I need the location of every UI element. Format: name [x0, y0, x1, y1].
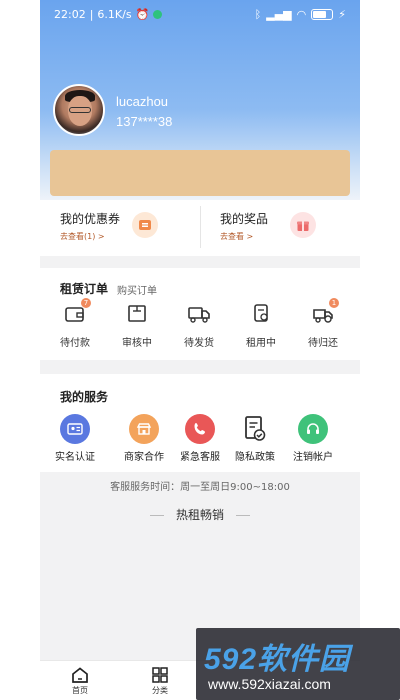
- home-icon: [72, 667, 88, 683]
- policy-document-icon: [240, 414, 270, 444]
- app-root: 22:02 | 6.1K/s ⏰ ᛒ ▂▄▆ ◠ ⚡ lucazhou 137*…: [0, 0, 400, 700]
- signal-icon: ▂▄▆: [266, 7, 292, 21]
- member-banner[interactable]: [50, 150, 350, 196]
- gift-icon: [290, 212, 316, 238]
- service-privacy-policy[interactable]: 隐私政策: [230, 414, 280, 463]
- alarm-icon: ⏰: [135, 7, 150, 21]
- username: lucazhou: [116, 94, 169, 109]
- shop-icon: [129, 414, 159, 444]
- coupons-title: 我的优惠券: [60, 212, 121, 226]
- order-awaiting-shipment[interactable]: 待发货: [176, 304, 222, 349]
- tab-category[interactable]: 分类: [140, 667, 180, 696]
- my-services-card: 我的服务 实名认证 商家合作 紧急客服 隐私政策 注销帐户: [40, 374, 360, 472]
- promo-card: 我的优惠券 去查看(1) > 我的奖品 去查看 >: [40, 200, 360, 256]
- order-under-review[interactable]: 审核中: [114, 304, 160, 349]
- service-merchant-cooperation[interactable]: 商家合作: [119, 414, 169, 463]
- profile-header: 22:02 | 6.1K/s ⏰ ᛒ ▂▄▆ ◠ ⚡ lucazhou 137*…: [40, 0, 360, 200]
- hot-rentals-title: 热租畅销: [40, 506, 360, 523]
- app-notification-icon: [153, 9, 163, 19]
- prizes-link[interactable]: 去查看 >: [220, 231, 253, 242]
- services-title: 我的服务: [60, 390, 109, 404]
- charging-icon: ⚡: [338, 7, 346, 21]
- watermark-url: www.592xiazai.com: [208, 676, 331, 692]
- prizes-title: 我的奖品: [220, 212, 269, 226]
- tab-home[interactable]: 首页: [60, 667, 100, 696]
- return-badge: 1: [329, 298, 339, 308]
- avatar[interactable]: [53, 84, 105, 136]
- coupon-icon: [132, 212, 158, 238]
- truck-icon: [188, 307, 210, 323]
- service-emergency-support[interactable]: 紧急客服: [175, 414, 225, 463]
- service-delete-account[interactable]: 注销帐户: [288, 414, 338, 463]
- rental-orders-card: 租赁订单 购买订单 7 待付款 审核中 待发货 租用中 1 待归还: [40, 268, 360, 360]
- phone-call-icon: [185, 414, 215, 444]
- bluetooth-icon: ᛒ: [254, 7, 262, 21]
- status-bar: 22:02 | 6.1K/s ⏰ ᛒ ▂▄▆ ◠ ⚡: [54, 7, 346, 21]
- id-card-icon: [60, 414, 90, 444]
- user-phone: 137****38: [116, 114, 173, 129]
- prizes-entry[interactable]: 我的奖品 去查看 >: [200, 200, 360, 256]
- phone-screen: 22:02 | 6.1K/s ⏰ ᛒ ▂▄▆ ◠ ⚡ lucazhou 137*…: [40, 0, 360, 700]
- watermark: 592软件园 www.592xiazai.com: [196, 628, 400, 700]
- order-pending-payment[interactable]: 7 待付款: [52, 298, 98, 349]
- coupons-link[interactable]: 去查看(1) >: [60, 231, 105, 242]
- status-time: 22:02: [54, 7, 86, 21]
- review-icon: [128, 305, 146, 322]
- payment-badge: 7: [81, 298, 91, 308]
- service-hours: 客服服务时间：周一至周日9:00~18:00: [110, 482, 290, 493]
- network-speed: 6.1K/s: [97, 7, 132, 21]
- watermark-brand: 592软件园: [204, 643, 351, 676]
- document-check-icon: [254, 304, 268, 322]
- rental-orders-title: 租赁订单: [60, 282, 109, 296]
- headset-icon: [298, 414, 328, 444]
- wifi-icon: ◠: [296, 7, 307, 21]
- battery-icon: [311, 8, 334, 20]
- coupons-entry[interactable]: 我的优惠券 去查看(1) >: [40, 200, 200, 256]
- order-pending-return[interactable]: 1 待归还: [300, 298, 346, 349]
- order-in-use[interactable]: 租用中: [238, 304, 284, 349]
- grid-icon: [152, 667, 168, 683]
- purchase-orders-link[interactable]: 购买订单: [117, 282, 157, 297]
- service-real-name-auth[interactable]: 实名认证: [50, 414, 100, 463]
